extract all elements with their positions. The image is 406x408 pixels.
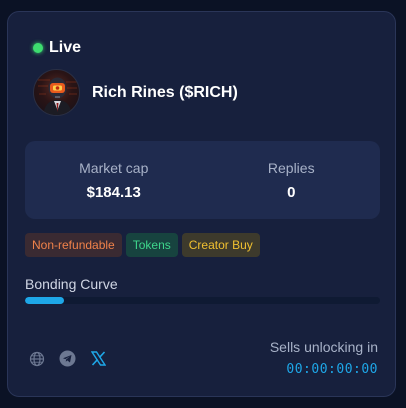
globe-icon[interactable] <box>28 350 45 367</box>
robot-avatar-icon <box>33 69 80 116</box>
token-card[interactable]: Live Rich Rines ($RICH) Market cap $184.… <box>7 11 396 397</box>
social-links <box>28 350 107 367</box>
tag-non-refundable: Non-refundable <box>25 233 122 257</box>
x-twitter-icon[interactable] <box>90 350 107 367</box>
token-name: Rich Rines ($RICH) <box>92 83 238 101</box>
stat-label: Replies <box>267 159 315 176</box>
bonding-curve-fill <box>25 297 65 304</box>
live-status: Live <box>33 39 81 57</box>
stat-value: 0 <box>287 183 296 201</box>
tag-creator-buy: Creator Buy <box>181 233 260 257</box>
stat-value: $184.13 <box>86 183 141 201</box>
live-dot-icon <box>33 43 43 53</box>
bonding-curve-progress <box>25 297 380 304</box>
stat-label: Market cap <box>79 159 149 176</box>
stat-market-cap: Market cap $184.13 <box>25 141 203 219</box>
token-header: Rich Rines ($RICH) <box>33 69 238 116</box>
live-label: Live <box>49 39 82 56</box>
stats-panel: Market cap $184.13 Replies 0 <box>25 141 380 219</box>
telegram-icon[interactable] <box>59 350 76 367</box>
sells-unlocking-label: Sells unlocking in <box>269 339 378 355</box>
tag-tokens: Tokens <box>125 233 178 257</box>
sells-countdown: 00:00:00:00 <box>286 362 378 377</box>
bonding-curve-label: Bonding Curve <box>25 276 118 292</box>
stat-replies: Replies 0 <box>203 141 381 219</box>
tag-list: Non-refundable Tokens Creator Buy <box>25 233 260 257</box>
